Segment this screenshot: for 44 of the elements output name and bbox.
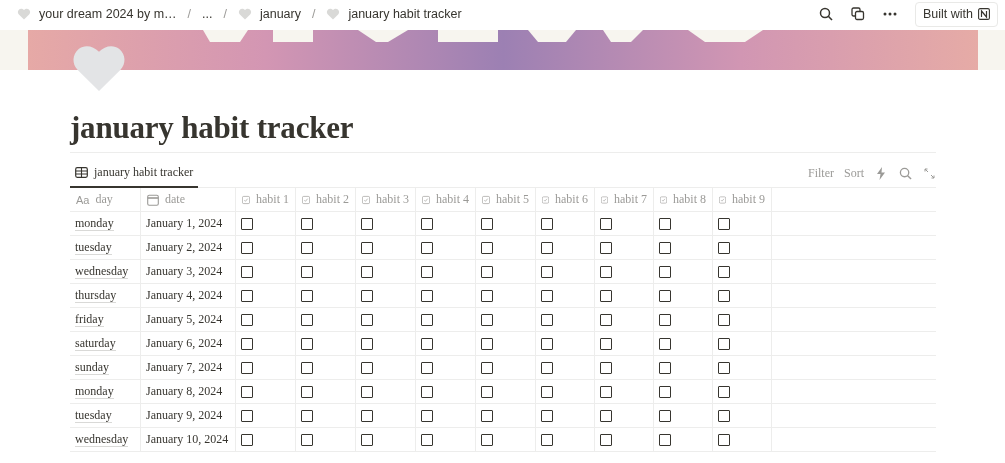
table-cell: friday bbox=[70, 308, 141, 331]
column-header[interactable]: habit 4 bbox=[416, 188, 476, 211]
table-cell: tuesday bbox=[70, 404, 141, 427]
breadcrumb-separator: / bbox=[222, 7, 228, 21]
column-header[interactable]: habit 2 bbox=[296, 188, 356, 211]
table-cell: January 1, 2024 bbox=[141, 212, 236, 235]
filter-button[interactable]: Filter bbox=[808, 166, 834, 181]
text-property-icon: Aa bbox=[76, 193, 90, 206]
breadcrumb-separator: / bbox=[310, 7, 317, 21]
table-cell: tuesday bbox=[70, 236, 141, 259]
column-header[interactable]: Aa day bbox=[70, 188, 141, 211]
table-cell: January 7, 2024 bbox=[141, 356, 236, 379]
table-cell: January 4, 2024 bbox=[141, 284, 236, 307]
sort-button[interactable]: Sort bbox=[844, 166, 864, 181]
table-cell: January 2, 2024 bbox=[141, 236, 236, 259]
table-cell: January 9, 2024 bbox=[141, 404, 236, 427]
breadcrumb-separator: / bbox=[186, 7, 193, 21]
table-cell: sunday bbox=[70, 356, 141, 379]
column-header[interactable]: habit 9 bbox=[713, 188, 772, 211]
column-header[interactable]: habit 5 bbox=[476, 188, 536, 211]
table-cell: January 5, 2024 bbox=[141, 308, 236, 331]
breadcrumb-link[interactable]: january habit tracker bbox=[348, 7, 462, 21]
table-cell: wednesday bbox=[70, 260, 141, 283]
column-header[interactable]: habit 3 bbox=[356, 188, 416, 211]
column-header[interactable]: habit 8 bbox=[654, 188, 713, 211]
breadcrumb-link[interactable]: ... bbox=[202, 7, 213, 21]
column-header[interactable]: habit 7 bbox=[595, 188, 654, 211]
view-tab[interactable]: january habit tracker bbox=[70, 165, 199, 188]
table-cell: monday bbox=[70, 212, 141, 235]
breadcrumb-link[interactable]: january bbox=[259, 7, 301, 21]
table-cell: January 10, 2024 bbox=[141, 428, 236, 451]
table-cell: wednesday bbox=[70, 428, 141, 451]
column-header[interactable]: habit 1 bbox=[236, 188, 296, 211]
built-with-button[interactable]: Built with bbox=[914, 1, 998, 27]
column-header[interactable]: habit 6 bbox=[536, 188, 595, 211]
column-header[interactable]: date bbox=[141, 188, 236, 211]
table-cell: January 6, 2024 bbox=[141, 332, 236, 355]
table-cell: January 3, 2024 bbox=[141, 260, 236, 283]
breadcrumb-link[interactable]: your dream 2024 by m… bbox=[39, 7, 177, 21]
page-title: january habit tracker bbox=[70, 109, 354, 147]
table-cell: monday bbox=[70, 380, 141, 403]
table-cell: saturday bbox=[70, 332, 141, 355]
table-cell: thursday bbox=[70, 284, 141, 307]
table-cell: January 8, 2024 bbox=[141, 380, 236, 403]
